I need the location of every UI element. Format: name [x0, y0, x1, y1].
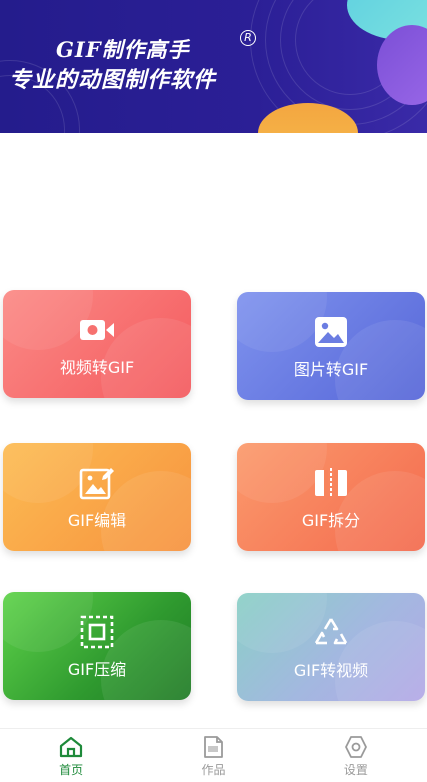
app-screen: GIF制作高手 R 专业的动图制作软件 视频转GIF 图片转GIF GIF编辑 … — [0, 0, 427, 782]
gif-to-video-card[interactable]: GIF转视频 — [237, 593, 425, 701]
gif-edit-card[interactable]: GIF编辑 — [3, 443, 191, 551]
card-label: GIF编辑 — [67, 511, 127, 530]
banner-title: GIF制作高手 — [56, 37, 190, 62]
card-label: 图片转GIF — [293, 360, 369, 379]
gif-file-icon — [200, 735, 226, 759]
card-label: GIF压缩 — [67, 660, 127, 679]
card-label: 视频转GIF — [59, 358, 135, 377]
image-icon — [313, 314, 349, 350]
bottom-navigation: 首页 作品 设置 — [0, 728, 427, 782]
settings-gear-icon — [343, 735, 369, 759]
banner-subtitle: 专业的动图制作软件 — [9, 67, 217, 93]
card-label: GIF转视频 — [293, 661, 369, 680]
promo-banner[interactable]: GIF制作高手 R 专业的动图制作软件 — [0, 0, 427, 133]
image-edit-icon — [79, 465, 115, 501]
image-to-gif-card[interactable]: 图片转GIF — [237, 292, 425, 400]
split-icon — [313, 465, 349, 501]
registered-mark: R — [240, 30, 256, 46]
nav-label: 首页 — [59, 763, 84, 777]
video-to-gif-card[interactable]: 视频转GIF — [3, 290, 191, 398]
home-icon — [58, 735, 84, 759]
nav-item-settings[interactable]: 设置 — [285, 729, 427, 782]
card-label: GIF拆分 — [301, 511, 361, 530]
nav-label: 作品 — [201, 763, 226, 777]
recycle-convert-icon — [313, 615, 349, 651]
gif-compress-card[interactable]: GIF压缩 — [3, 592, 191, 700]
nav-label: 设置 — [343, 763, 368, 777]
gif-split-card[interactable]: GIF拆分 — [237, 443, 425, 551]
video-camera-icon — [79, 312, 115, 348]
nav-item-home[interactable]: 首页 — [0, 729, 142, 782]
nav-item-works[interactable]: 作品 — [142, 729, 284, 782]
compress-icon — [79, 614, 115, 650]
